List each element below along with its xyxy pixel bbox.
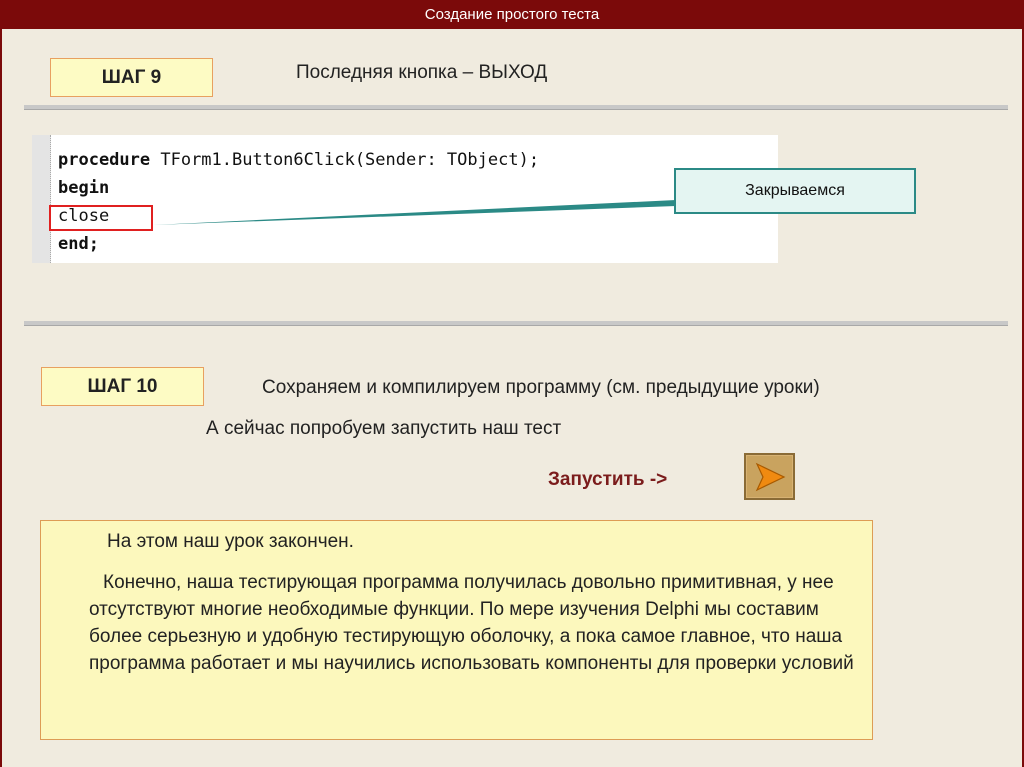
conclusion-box: На этом наш урок закончен. Конечно, наша… [40,520,873,740]
code-keyword-procedure: procedure [58,150,151,170]
play-arrow-icon [747,456,792,497]
close-highlight-box [49,205,153,231]
callout-box: Закрываемся [674,168,916,214]
divider-middle [24,321,1008,326]
step9-label-box: ШАГ 9 [50,58,213,97]
slide-frame-left [0,29,2,767]
callout-text: Закрываемся [745,182,845,199]
conclusion-body: Конечно, наша тестирующая программа полу… [89,572,854,674]
run-label: Запустить -> [548,469,668,490]
conclusion-title: На этом наш урок закончен. [107,531,354,552]
code-line-begin: begin [58,178,110,198]
run-test-button[interactable] [744,453,795,500]
slide-title: Создание простого теста [424,6,600,23]
divider-top [24,105,1008,110]
slide-title-bar: Создание простого теста [0,0,1024,29]
code-line-end: end; [58,234,99,254]
code-procedure-signature: TForm1.Button6Click(Sender: TObject); [150,150,540,170]
code-gutter [32,135,51,263]
step10-label: ШАГ 10 [87,375,158,397]
step10-description: Сохраняем и компилируем программу (см. п… [262,377,820,398]
step10-subtext: А сейчас попробуем запустить наш тест [206,418,562,439]
step9-label: ШАГ 9 [101,66,162,88]
step10-label-box: ШАГ 10 [41,367,204,406]
code-line-procedure: procedure TForm1.Button6Click(Sender: TO… [58,150,539,170]
step9-description: Последняя кнопка – ВЫХОД [296,62,548,83]
